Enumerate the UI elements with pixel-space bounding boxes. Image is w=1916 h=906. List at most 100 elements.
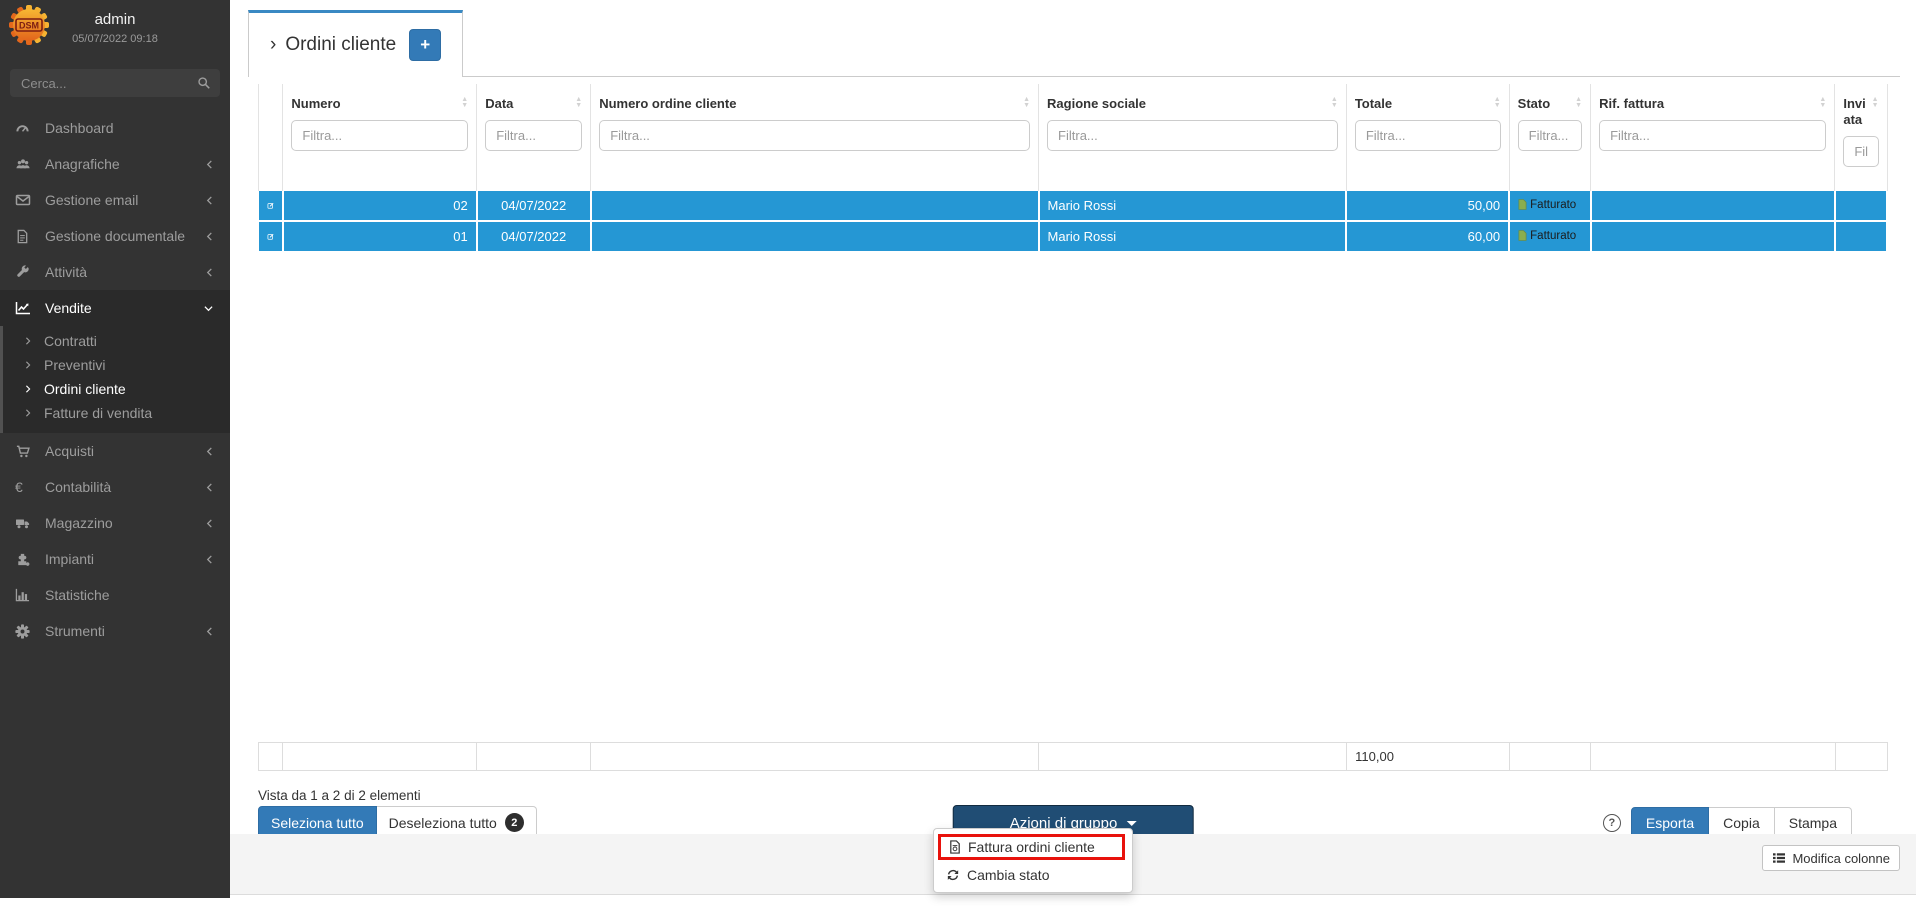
wrench-icon xyxy=(15,265,39,280)
column-header-ragione-sociale[interactable]: Ragione sociale▲▼ xyxy=(1039,84,1347,191)
modify-columns-button[interactable]: Modifica colonne xyxy=(1762,845,1900,871)
table-row[interactable]: 01 04/07/2022 Mario Rossi 60,00 Fatturat… xyxy=(259,221,1888,252)
sidebar-item-label: Magazzino xyxy=(45,515,205,531)
dropdown-item-fattura-ordini-cliente[interactable]: Fattura ordini cliente xyxy=(938,834,1125,860)
cell-ragione-sociale: Mario Rossi xyxy=(1039,191,1347,221)
sidebar-item-strumenti[interactable]: Strumenti xyxy=(0,613,230,649)
cell-stato: Fatturato xyxy=(1509,221,1590,252)
chevron-left-icon xyxy=(205,482,214,493)
totals-row-table: 110,00 xyxy=(258,742,1888,771)
envelope-icon xyxy=(15,193,39,207)
column-label: Inviata xyxy=(1843,96,1865,127)
sidebar-search xyxy=(10,69,220,97)
add-order-button[interactable]: + xyxy=(409,29,441,61)
chart-line-icon xyxy=(15,301,39,315)
column-header-select xyxy=(259,84,283,191)
column-header-inviata[interactable]: Inviata▲▼ xyxy=(1835,84,1887,191)
sidebar-item-gestione-email[interactable]: Gestione email xyxy=(0,182,230,218)
column-label: Rif. fattura xyxy=(1599,96,1664,111)
main-content: › Ordini cliente + Numero▲▼ Data▲▼ xyxy=(230,0,1916,898)
column-label: Ragione sociale xyxy=(1047,96,1146,111)
chevron-right-icon xyxy=(24,360,32,370)
help-icon[interactable]: ? xyxy=(1603,814,1621,832)
dropdown-item-cambia-stato[interactable]: Cambia stato xyxy=(934,863,1132,887)
sidebar-subitem-fatture-di-vendita[interactable]: Fatture di vendita xyxy=(3,401,230,425)
tab-bar: › Ordini cliente + xyxy=(248,10,1900,77)
column-header-rif-fattura[interactable]: Rif. fattura▲▼ xyxy=(1591,84,1835,191)
sidebar-subitem-contratti[interactable]: Contratti xyxy=(3,329,230,353)
filter-input-inviata[interactable] xyxy=(1843,136,1878,167)
sidebar-item-contabilita[interactable]: € Contabilità xyxy=(0,469,230,505)
chevron-left-icon xyxy=(205,446,214,457)
sidebar-subitem-label: Ordini cliente xyxy=(44,381,126,397)
sidebar-subitem-preventivi[interactable]: Preventivi xyxy=(3,353,230,377)
column-header-numero-ordine-cliente[interactable]: Numero ordine cliente ▲▼ xyxy=(591,84,1039,191)
tab-ordini-cliente[interactable]: › Ordini cliente + xyxy=(248,10,463,77)
filter-input-rif-fattura[interactable] xyxy=(1599,120,1826,151)
cell-totale: 50,00 xyxy=(1346,191,1509,221)
edit-icon[interactable] xyxy=(267,198,274,213)
column-label: Numero ordine cliente xyxy=(599,96,736,111)
sidebar-subitem-ordini-cliente[interactable]: Ordini cliente xyxy=(3,377,230,401)
cell-totale: 60,00 xyxy=(1346,221,1509,252)
sidebar-item-label: Statistiche xyxy=(45,587,218,603)
sort-icon: ▲▼ xyxy=(1023,97,1030,109)
gear-icon xyxy=(15,624,39,639)
column-header-totale[interactable]: Totale▲▼ xyxy=(1346,84,1509,191)
sidebar-item-label: Gestione documentale xyxy=(45,228,205,244)
row-select-cell[interactable] xyxy=(259,221,283,252)
sidebar-item-label: Acquisti xyxy=(45,443,205,459)
cell-data: 04/07/2022 xyxy=(477,221,591,252)
selected-count-badge: 2 xyxy=(505,813,524,832)
sidebar-header: DSM admin 05/07/2022 09:18 xyxy=(0,0,230,56)
sidebar-item-attivita[interactable]: Attività xyxy=(0,254,230,290)
search-input[interactable] xyxy=(10,69,220,97)
sidebar-item-label: Attività xyxy=(45,264,205,280)
sidebar-item-dashboard[interactable]: Dashboard xyxy=(0,110,230,146)
filter-input-ragione-sociale[interactable] xyxy=(1047,120,1338,151)
sidebar-item-impianti[interactable]: Impianti xyxy=(0,541,230,577)
row-select-cell[interactable] xyxy=(259,191,283,221)
cell-inviata xyxy=(1835,191,1887,221)
filter-input-numero-ordine-cliente[interactable] xyxy=(599,120,1030,151)
cell-rif-fattura xyxy=(1591,191,1835,221)
sidebar-item-label: Gestione email xyxy=(45,192,205,208)
table-row[interactable]: 02 04/07/2022 Mario Rossi 50,00 Fatturat… xyxy=(259,191,1888,221)
status-badge: Fatturato xyxy=(1518,230,1576,242)
sidebar-item-magazzino[interactable]: Magazzino xyxy=(0,505,230,541)
table-info-text: Vista da 1 a 2 di 2 elementi xyxy=(258,788,1888,803)
sidebar-item-acquisti[interactable]: Acquisti xyxy=(0,433,230,469)
chevron-left-icon xyxy=(205,159,214,170)
cell-data: 04/07/2022 xyxy=(477,191,591,221)
table-header-row: Numero▲▼ Data▲▼ Numero ordine cliente▲▼ … xyxy=(259,84,1888,191)
logo-text: DSM xyxy=(19,21,39,31)
cell-inviata xyxy=(1835,221,1887,252)
column-header-data[interactable]: Data▲▼ xyxy=(477,84,591,191)
cell-numero-ordine-cliente xyxy=(591,191,1039,221)
cell-numero-ordine-cliente xyxy=(591,221,1039,252)
orders-table: Numero▲▼ Data▲▼ Numero ordine cliente▲▼ … xyxy=(258,84,1888,253)
sidebar-item-vendite[interactable]: Vendite xyxy=(0,290,230,326)
filter-input-numero[interactable] xyxy=(291,120,468,151)
document-icon xyxy=(15,229,39,244)
sidebar-item-gestione-documentale[interactable]: Gestione documentale xyxy=(0,218,230,254)
sidebar-submenu-vendite: Contratti Preventivi Ordini cliente Fatt… xyxy=(0,326,230,433)
page-title: Ordini cliente xyxy=(285,34,396,56)
column-label: Totale xyxy=(1355,96,1392,111)
filter-input-totale[interactable] xyxy=(1355,120,1501,151)
chevron-right-icon xyxy=(24,408,32,418)
chevron-down-icon xyxy=(203,304,214,313)
chevron-left-icon xyxy=(205,626,214,637)
breadcrumb-caret: › xyxy=(270,34,276,56)
sidebar-item-statistiche[interactable]: Statistiche xyxy=(0,577,230,613)
filter-input-data[interactable] xyxy=(485,120,582,151)
sort-icon: ▲▼ xyxy=(461,97,468,109)
puzzle-icon xyxy=(15,552,39,567)
sidebar-item-anagrafiche[interactable]: Anagrafiche xyxy=(0,146,230,182)
column-header-stato[interactable]: Stato▲▼ xyxy=(1509,84,1590,191)
sidebar-subitem-label: Fatture di vendita xyxy=(44,405,152,421)
edit-icon[interactable] xyxy=(267,229,274,244)
search-icon[interactable] xyxy=(197,76,211,90)
column-header-numero[interactable]: Numero▲▼ xyxy=(283,84,477,191)
filter-input-stato[interactable] xyxy=(1518,120,1582,151)
